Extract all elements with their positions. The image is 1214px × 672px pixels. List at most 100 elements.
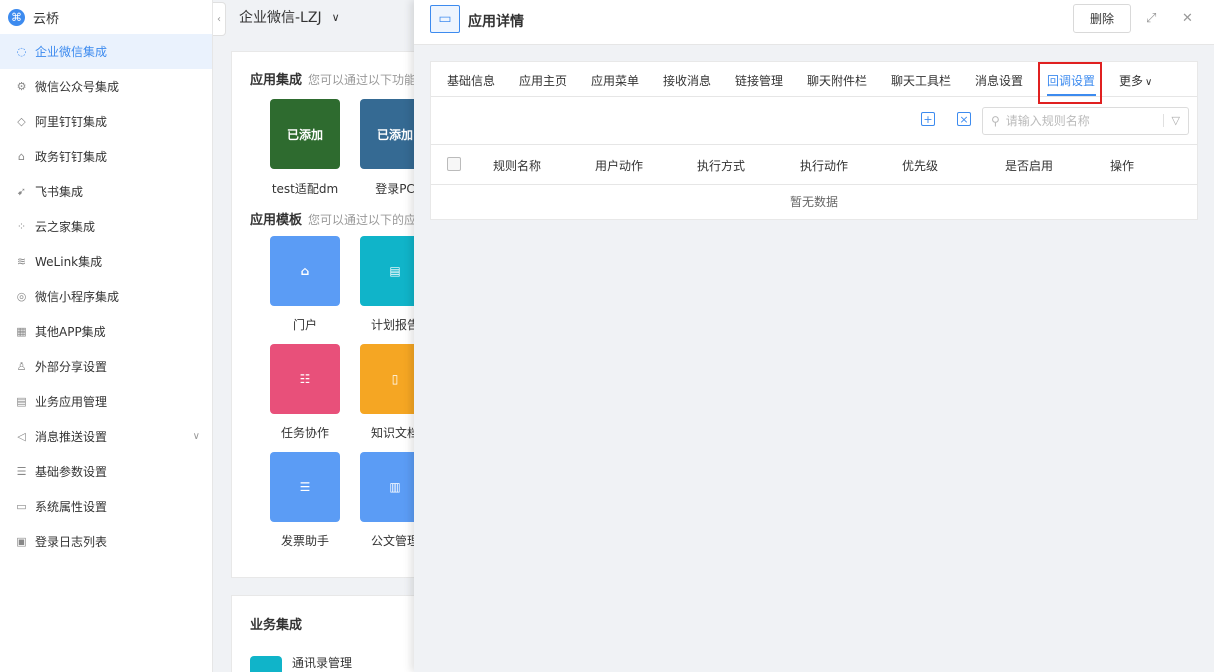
sidebar-item-label: 消息推送设置 — [35, 430, 108, 444]
callback-settings-card: 基础信息 应用主页 应用菜单 接收消息 链接管理 聊天附件栏 聊天工具栏 消息设… — [430, 61, 1198, 220]
sidebar-item-label: 外部分享设置 — [35, 360, 108, 374]
share-icon: ⁘ — [16, 220, 27, 233]
chevron-down-icon: ∨ — [192, 431, 200, 442]
brand-logo-icon: ⌘ — [8, 8, 25, 26]
tab-receive-message[interactable]: 接收消息 — [663, 72, 711, 89]
integration-card: 应用集成 您可以通过以下功能 已添加 test适配dm 已添加 登录PC 应用模板… — [231, 51, 430, 578]
expand-icon[interactable]: ⤢ — [1146, 11, 1156, 26]
template-label: 任务协作 — [280, 426, 329, 440]
template-label: 发票助手 — [280, 534, 329, 548]
tab-app-home[interactable]: 应用主页 — [519, 72, 567, 89]
plane-icon: ➹ — [16, 185, 27, 198]
tab-chat-toolbar[interactable]: 聊天工具栏 — [891, 72, 951, 89]
grid-icon: ▤ — [16, 395, 27, 408]
user-icon: ♙ — [16, 360, 27, 373]
delete-selected-icon[interactable]: × — [957, 112, 971, 126]
highlight-box — [1038, 62, 1102, 104]
tag-icon: ◇ — [17, 115, 26, 128]
sliders-icon: ☰ — [16, 465, 27, 478]
sidebar-item-label: 微信公众号集成 — [35, 80, 120, 94]
sidebar-item-label: 云之家集成 — [35, 220, 96, 234]
table-header: 规则名称 用户动作 执行方式 执行动作 优先级 是否启用 操作 — [431, 144, 1197, 185]
log-icon: ▣ — [16, 535, 27, 548]
sidebar-item-8[interactable]: ▦ 其他APP集成 — [0, 314, 212, 349]
brand: ⌘ 云桥 — [0, 0, 212, 34]
delete-button[interactable]: 删除 — [1073, 4, 1131, 33]
add-icon[interactable]: + — [921, 112, 935, 126]
sidebar-item-4[interactable]: ➹ 飞书集成 — [0, 174, 212, 209]
column-actions: 操作 — [1110, 159, 1135, 173]
sidebar-item-14[interactable]: ▣ 登录日志列表 — [0, 524, 212, 559]
sidebar-item-6[interactable]: ≋ WeLink集成 — [0, 244, 212, 279]
sidebar-item-0[interactable]: ◌ 企业微信集成 — [0, 34, 212, 69]
filter-icon[interactable]: ▽ — [1162, 114, 1180, 127]
home-icon[interactable]: ⌂ — [270, 236, 340, 306]
chevron-left-icon: ‹ — [217, 13, 221, 25]
sidebar-item-label: 基础参数设置 — [35, 465, 108, 479]
tab-chat-attachment-bar[interactable]: 聊天附件栏 — [807, 72, 867, 89]
window-icon: ▭ — [16, 500, 27, 513]
cast-icon: ▭ — [430, 5, 460, 33]
app-templates-title: 应用模板 您可以通过以下的应 — [250, 213, 417, 228]
receipt-icon[interactable]: ☰ — [270, 452, 340, 522]
column-user-action: 用户动作 — [595, 159, 644, 173]
column-priority: 优先级 — [902, 159, 939, 173]
sidebar-item-13[interactable]: ▭ 系统属性设置 — [0, 489, 212, 524]
panel-header: ▭ 应用详情 删除 ⤢ ✕ — [414, 0, 1214, 45]
sidebar-item-12[interactable]: ☰ 基础参数设置 — [0, 454, 212, 489]
select-all-checkbox[interactable] — [447, 157, 461, 171]
business-card: 业务集成 通讯录管理 — [231, 595, 421, 672]
layers-icon: ≋ — [16, 255, 27, 268]
org-selector[interactable]: 企业微信-LZJ ∨ — [226, 0, 426, 34]
column-execution-action: 执行动作 — [800, 159, 849, 173]
tab-link-management[interactable]: 链接管理 — [735, 72, 783, 89]
chevron-down-icon: ∨ — [331, 10, 340, 24]
column-enabled: 是否启用 — [1005, 159, 1054, 173]
sidebar-item-2[interactable]: ◇ 阿里钉钉集成 — [0, 104, 212, 139]
detail-panel: ▭ 应用详情 删除 ⤢ ✕ 基础信息 应用主页 应用菜单 接收消息 链接管理 聊… — [414, 0, 1214, 672]
tab-message-settings[interactable]: 消息设置 — [975, 72, 1023, 89]
close-icon[interactable]: ✕ — [1182, 11, 1193, 26]
sidebar-item-label: 登录日志列表 — [35, 535, 108, 549]
building-icon: ⌂ — [18, 150, 25, 163]
chat-icon: ◌ — [16, 45, 27, 58]
search-input[interactable] — [1005, 114, 1146, 128]
chevron-down-icon: ∨ — [1145, 77, 1153, 88]
added-badge: 已添加 — [376, 127, 413, 142]
sidebar-item-7[interactable]: ◎ 微信小程序集成 — [0, 279, 212, 314]
sidebar-item-3[interactable]: ⌂ 政务钉钉集成 — [0, 139, 212, 174]
column-rule-name: 规则名称 — [493, 159, 542, 173]
added-badge: 已添加 — [286, 127, 323, 142]
sidebar-nav: ◌ 企业微信集成 ⚙ 微信公众号集成 ◇ 阿里钉钉集成 ⌂ 政务钉钉集成 ➹ 飞书集成 ⁘ 云之家集成… — [0, 34, 212, 559]
sidebar-item-label: 政务钉钉集成 — [35, 150, 108, 164]
app-integration-title: 应用集成 您可以通过以下功能 — [250, 73, 417, 88]
list-icon[interactable]: ☷ — [270, 344, 340, 414]
sidebar-item-11[interactable]: ◁ 消息推送设置 ∨ — [0, 419, 212, 454]
send-icon: ◁ — [17, 430, 26, 443]
sidebar-item-1[interactable]: ⚙ 微信公众号集成 — [0, 69, 212, 104]
contacts-icon — [250, 656, 282, 672]
panel-title: 应用详情 — [468, 14, 524, 30]
sidebar-item-label: 微信小程序集成 — [35, 290, 120, 304]
sidebar-item-label: 业务应用管理 — [35, 395, 108, 409]
tab-basic-info[interactable]: 基础信息 — [447, 72, 495, 89]
sidebar-item-label: WeLink集成 — [35, 255, 103, 269]
sidebar-item-label: 阿里钉钉集成 — [35, 115, 108, 129]
sidebar-item-label: 系统属性设置 — [35, 500, 108, 514]
sidebar-item-label: 企业微信集成 — [35, 45, 108, 59]
business-item[interactable]: 通讯录管理 — [292, 654, 352, 671]
tab-more[interactable]: 更多 ∨ — [1119, 72, 1152, 89]
sidebar-item-label: 其他APP集成 — [35, 325, 106, 339]
sidebar-item-label: 飞书集成 — [35, 185, 84, 199]
app-tile-test[interactable]: 已添加 — [270, 99, 340, 169]
gear-icon: ⚙ — [16, 80, 27, 93]
sidebar-item-9[interactable]: ♙ 外部分享设置 — [0, 349, 212, 384]
tab-app-menu[interactable]: 应用菜单 — [591, 72, 639, 89]
search-icon: ⚲ — [991, 114, 1000, 128]
sidebar-item-5[interactable]: ⁘ 云之家集成 — [0, 209, 212, 244]
template-label: 门户 — [292, 318, 317, 332]
brand-name: 云桥 — [33, 11, 60, 27]
business-title: 业务集成 — [250, 618, 303, 633]
sidebar-item-10[interactable]: ▤ 业务应用管理 — [0, 384, 212, 419]
sidebar-collapse-button[interactable]: ‹ — [213, 2, 226, 36]
